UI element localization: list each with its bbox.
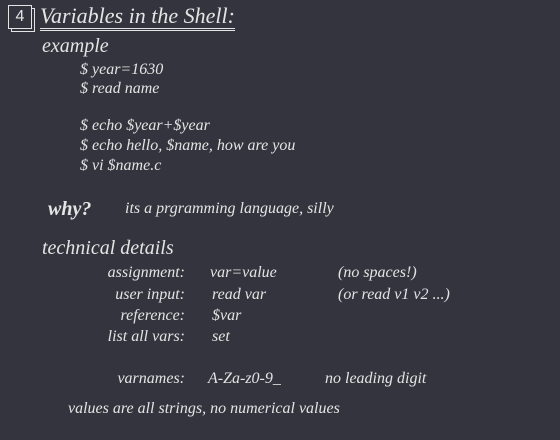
detail-label: reference: <box>120 307 185 324</box>
detail-label: list all vars: <box>107 328 185 345</box>
example-heading: example <box>42 35 109 57</box>
footer-note: values are all strings, no numerical val… <box>68 400 340 417</box>
why-label: why? <box>48 198 92 220</box>
varnames-label: varnames: <box>117 370 185 387</box>
detail-value: set <box>212 328 230 345</box>
code-line: $ echo $year+$year <box>80 117 210 134</box>
detail-label: user input: <box>115 286 185 303</box>
varnames-note: no leading digit <box>325 370 427 387</box>
detail-value: var=value <box>210 264 277 281</box>
code-line: $ read name <box>80 80 160 97</box>
detail-label: assignment: <box>107 264 185 281</box>
details-heading: technical details <box>42 237 174 259</box>
detail-note: (no spaces!) <box>338 264 417 281</box>
why-answer: its a prgramming language, silly <box>125 200 334 217</box>
detail-value: $var <box>212 307 242 324</box>
code-line: $ vi $name.c <box>80 157 162 174</box>
slide-number: 4 <box>8 5 32 29</box>
slide-title: Variables in the Shell: <box>40 5 235 31</box>
detail-value: read var <box>212 286 267 303</box>
code-line: $ echo hello, $name, how are you <box>80 137 296 154</box>
varnames-value: A-Za-z0-9_ <box>208 370 281 387</box>
code-line: $ year=1630 <box>80 61 164 78</box>
detail-note: (or read v1 v2 ...) <box>338 286 450 303</box>
